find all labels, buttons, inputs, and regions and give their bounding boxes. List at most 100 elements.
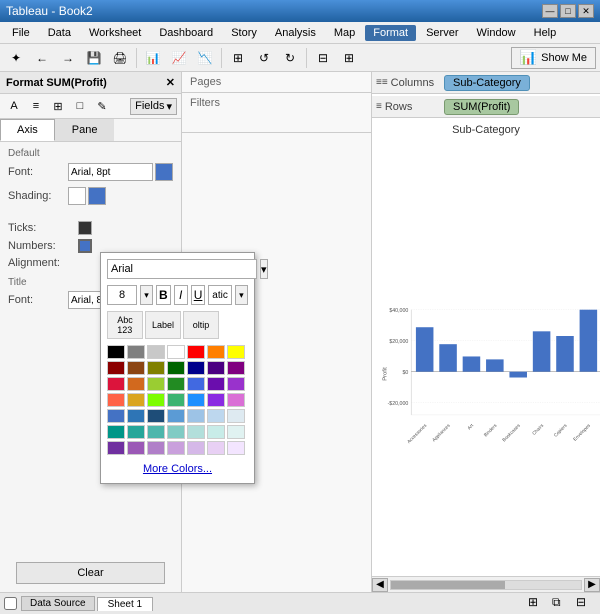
color-teal6[interactable] [207, 425, 225, 439]
toolbar-forward-btn[interactable]: → [56, 47, 80, 69]
bar-bookcases[interactable] [509, 372, 527, 378]
color-picker-font-dropdown[interactable]: ▾ [260, 259, 268, 279]
color-blueviolet[interactable] [207, 393, 225, 407]
color-forestgreen[interactable] [167, 377, 185, 391]
menu-map[interactable]: Map [326, 25, 363, 41]
color-purple6[interactable] [207, 441, 225, 455]
bar-art[interactable] [463, 356, 481, 371]
toolbar-refresh-btn[interactable]: ↺ [252, 47, 276, 69]
rows-pill[interactable]: SUM(Profit) [444, 99, 519, 115]
color-purple2[interactable] [127, 441, 145, 455]
scroll-track[interactable] [390, 580, 582, 590]
shading-color[interactable] [88, 187, 106, 205]
more-colors-link[interactable]: More Colors... [107, 461, 248, 477]
show-me-button[interactable]: 📊 Show Me [511, 47, 596, 69]
font-input[interactable] [68, 163, 153, 181]
bold-button[interactable]: B [156, 285, 170, 305]
color-darkorchid[interactable] [227, 377, 245, 391]
color-purple1[interactable] [107, 441, 125, 455]
color-purple5[interactable] [187, 441, 205, 455]
font-size-input[interactable] [107, 285, 137, 305]
color-teal4[interactable] [167, 425, 185, 439]
bar-accessories[interactable] [416, 327, 434, 371]
color-dodgerblue[interactable] [187, 393, 205, 407]
color-tableau3[interactable] [147, 409, 165, 423]
toolbar-chart1-btn[interactable]: 📊 [141, 47, 165, 69]
data-source-tab[interactable]: Data Source [21, 596, 95, 611]
color-black[interactable] [107, 345, 125, 359]
bar-appliances[interactable] [439, 344, 457, 371]
color-violet[interactable] [207, 377, 225, 391]
color-tomato[interactable] [107, 393, 125, 407]
menu-server[interactable]: Server [418, 25, 466, 41]
format-tool-edit[interactable]: ✎ [92, 97, 112, 115]
shading-none[interactable] [68, 187, 86, 205]
color-tableau6[interactable] [207, 409, 225, 423]
underline-button[interactable]: U [191, 285, 205, 305]
minimize-button[interactable]: — [542, 4, 558, 18]
clear-button[interactable]: Clear [16, 562, 165, 584]
duplicate-sheet-btn[interactable]: ⧉ [552, 595, 572, 613]
color-picker-font-input[interactable] [107, 259, 257, 279]
color-gray[interactable] [127, 345, 145, 359]
ticks-swatch[interactable] [78, 221, 92, 235]
text-style-dropdown[interactable]: ▾ [235, 285, 248, 305]
tab-axis[interactable]: Axis [0, 119, 55, 141]
color-lightgray[interactable] [147, 345, 165, 359]
italic-button[interactable]: I [174, 285, 188, 305]
toolbar-table-btn[interactable]: ⊞ [226, 47, 250, 69]
maximize-button[interactable]: □ [560, 4, 576, 18]
color-teal3[interactable] [147, 425, 165, 439]
color-purple3[interactable] [147, 441, 165, 455]
columns-pill[interactable]: Sub-Category [444, 75, 530, 91]
format-tool-box[interactable]: □ [70, 97, 90, 115]
scroll-left[interactable]: ◀ [372, 578, 388, 592]
toolbar-save-btn[interactable]: 💾 [82, 47, 106, 69]
color-orange[interactable] [207, 345, 225, 359]
abc-label[interactable]: Abc123 [107, 311, 143, 339]
menu-worksheet[interactable]: Worksheet [81, 25, 149, 41]
format-tool-A[interactable]: A [4, 97, 24, 115]
menu-file[interactable]: File [4, 25, 38, 41]
color-olive[interactable] [147, 361, 165, 375]
color-darkblue[interactable] [187, 361, 205, 375]
bar-copiers[interactable] [556, 336, 574, 372]
format-panel-close[interactable]: ✕ [166, 76, 175, 89]
sheet1-tab[interactable]: Sheet 1 [97, 597, 153, 611]
color-tableau7[interactable] [227, 409, 245, 423]
color-yellow[interactable] [227, 345, 245, 359]
tab-pane[interactable]: Pane [55, 119, 115, 141]
bar-envelopes[interactable] [580, 310, 598, 372]
font-color-btn[interactable] [155, 163, 173, 181]
color-royalblue[interactable] [187, 377, 205, 391]
color-white[interactable] [167, 345, 185, 359]
menu-help[interactable]: Help [526, 25, 565, 41]
toolbar-grid2-btn[interactable]: ⊞ [337, 47, 361, 69]
toolbar-print-btn[interactable]: 🖨 [108, 47, 132, 69]
menu-format[interactable]: Format [365, 25, 416, 41]
color-darkred[interactable] [107, 361, 125, 375]
color-yellowgreen[interactable] [147, 377, 165, 391]
label-btn[interactable]: Label [145, 311, 181, 339]
color-tableau1[interactable] [107, 409, 125, 423]
toolbar-chart3-btn[interactable]: 📉 [193, 47, 217, 69]
color-purple[interactable] [227, 361, 245, 375]
tooltip-btn[interactable]: oltip [183, 311, 219, 339]
color-teal7[interactable] [227, 425, 245, 439]
datasource-checkbox[interactable] [4, 597, 17, 610]
add-dashboard-btn[interactable]: ⊟ [576, 595, 596, 613]
scroll-right[interactable]: ▶ [584, 578, 600, 592]
color-orchid[interactable] [227, 393, 245, 407]
bar-chairs[interactable] [533, 331, 551, 371]
menu-story[interactable]: Story [223, 25, 265, 41]
format-tool-align[interactable]: ≡ [26, 97, 46, 115]
text-style-input[interactable]: atic [208, 285, 232, 305]
bar-binders[interactable] [486, 359, 504, 371]
color-goldenrod[interactable] [127, 393, 145, 407]
toolbar-chart2-btn[interactable]: 📈 [167, 47, 191, 69]
h-scrollbar[interactable]: ◀ ▶ [372, 576, 600, 592]
color-medseagreen[interactable] [167, 393, 185, 407]
new-sheet-btn[interactable]: ⊞ [528, 595, 548, 613]
color-purple7[interactable] [227, 441, 245, 455]
fields-button[interactable]: Fields ▾ [130, 98, 177, 115]
